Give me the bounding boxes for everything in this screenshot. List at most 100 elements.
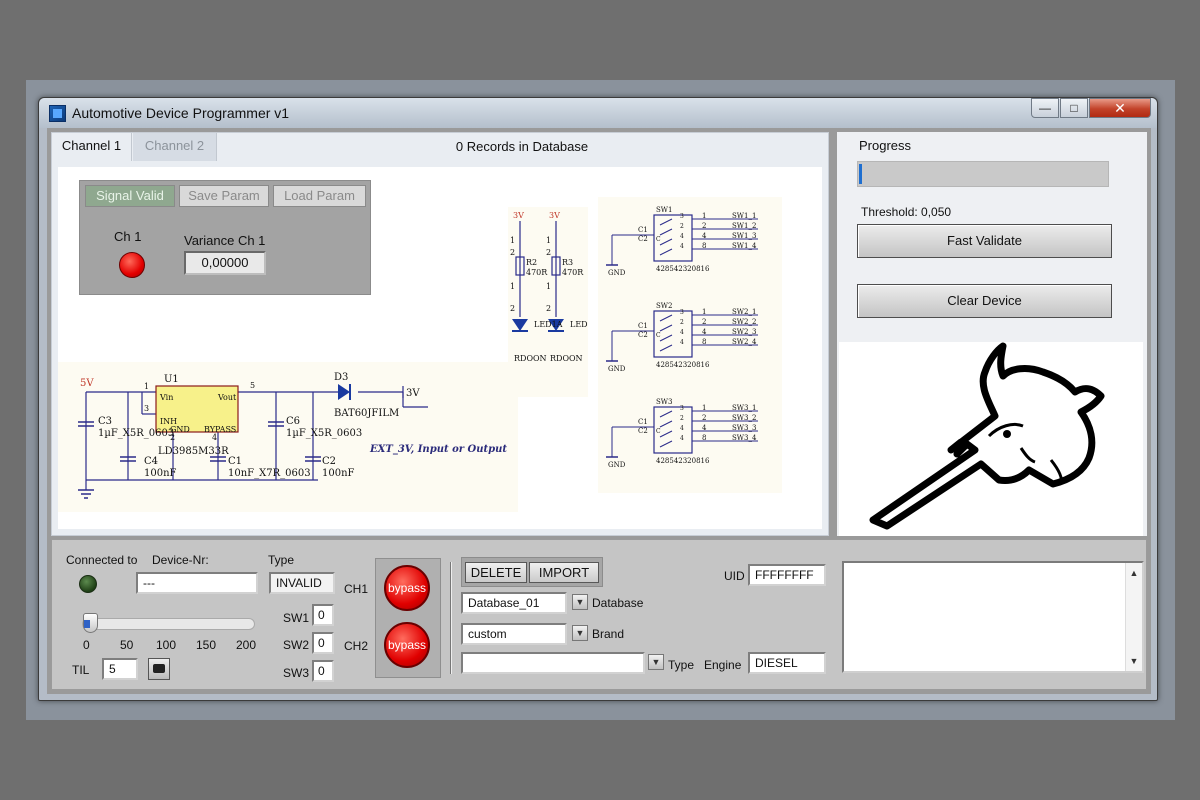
cap-c4-value: 100nF bbox=[144, 468, 177, 479]
switch-part: 428542320816 bbox=[656, 457, 710, 465]
switch-part: 428542320816 bbox=[656, 265, 710, 273]
switch-c1: C1 bbox=[638, 226, 648, 234]
switch-inner-pin: 4 bbox=[680, 329, 684, 336]
switch-net-label: SW3_1 bbox=[732, 404, 756, 412]
led-label-led1a: LED1A bbox=[534, 320, 563, 329]
database-dropdown-button[interactable]: ▼ bbox=[572, 594, 588, 610]
device-nr-label: Device-Nr: bbox=[152, 553, 209, 567]
switch-c: C bbox=[656, 428, 661, 435]
label-3v: 3V bbox=[406, 388, 420, 399]
sw3-field[interactable]: 0 bbox=[312, 660, 334, 682]
tab-channel-2[interactable]: Channel 2 bbox=[133, 133, 217, 161]
cap-c2: C2 bbox=[322, 456, 336, 467]
device-nr-field[interactable]: --- bbox=[136, 572, 258, 594]
switch-name: SW2 bbox=[656, 302, 672, 310]
bypass-frame: bypass bypass bbox=[375, 558, 441, 678]
pin-1: 1 bbox=[144, 382, 149, 391]
records-status: 0 Records in Database bbox=[455, 139, 589, 154]
ch2-bypass-label: CH2 bbox=[344, 639, 369, 653]
ch1-label: Ch 1 bbox=[114, 229, 142, 244]
label-vout: Vout bbox=[217, 393, 237, 402]
scroll-down-icon[interactable]: ▼ bbox=[1126, 653, 1142, 669]
load-param-button[interactable]: Load Param bbox=[273, 185, 366, 207]
switch-pin: 8 bbox=[702, 338, 706, 346]
uid-field[interactable]: FFFFFFFF bbox=[748, 564, 826, 586]
cap-c6-value: 1µF_X5R_0603 bbox=[286, 428, 362, 439]
cap-c2-value: 100nF bbox=[322, 468, 355, 479]
switch-net-label: SW2_1 bbox=[732, 308, 756, 316]
progress-label: Progress bbox=[859, 138, 912, 153]
led-pin-a2: 2 bbox=[510, 248, 515, 257]
scroll-up-icon[interactable]: ▲ bbox=[1126, 565, 1142, 581]
switch-inner-pin: 2 bbox=[680, 415, 684, 422]
switch-c: C bbox=[656, 332, 661, 339]
led-pin-a4: 2 bbox=[510, 304, 515, 313]
switch-pin: 2 bbox=[702, 318, 706, 326]
variance-label: Variance Ch 1 bbox=[184, 233, 266, 248]
close-button[interactable]: ✕ bbox=[1089, 98, 1151, 118]
switch-inner-pin: 3 bbox=[680, 309, 684, 316]
type-select[interactable] bbox=[461, 652, 645, 674]
sw1-field[interactable]: 0 bbox=[312, 604, 334, 626]
switch-pin: 4 bbox=[702, 424, 707, 432]
switch-pin: 2 bbox=[702, 414, 706, 422]
maximize-button[interactable]: □ bbox=[1060, 98, 1088, 118]
til-field[interactable]: 5 bbox=[102, 658, 138, 680]
til-slider-knob[interactable] bbox=[83, 613, 98, 633]
app-icon bbox=[49, 105, 66, 122]
bypass-ch1-button[interactable]: bypass bbox=[384, 565, 430, 611]
switch-part: 428542320816 bbox=[656, 361, 710, 369]
cap-c4: C4 bbox=[144, 456, 158, 467]
switch-pin: 2 bbox=[702, 222, 706, 230]
validation-panel: Progress Threshold: 0,050 Fast Validate … bbox=[837, 132, 1147, 536]
channel-tab-pane: Channel 1 Channel 2 0 Records in Databas… bbox=[51, 132, 829, 536]
label-u1: U1 bbox=[164, 374, 179, 385]
title-bar[interactable]: Automotive Device Programmer v1 — □ ✕ bbox=[39, 98, 1157, 128]
led-pin-b2: 2 bbox=[546, 248, 551, 257]
switch-gnd: GND bbox=[608, 461, 626, 469]
db-type-label: Type bbox=[668, 658, 695, 672]
clear-device-button[interactable]: Clear Device bbox=[857, 284, 1112, 318]
led-label-r3: R3 bbox=[562, 258, 573, 267]
minimize-button[interactable]: — bbox=[1031, 98, 1059, 118]
cap-c1: C1 bbox=[228, 456, 242, 467]
import-button[interactable]: IMPORT bbox=[529, 562, 599, 583]
ch1-bypass-label: CH1 bbox=[344, 582, 369, 596]
log-textarea[interactable]: ▲ ▼ bbox=[842, 561, 1144, 673]
brand-select[interactable]: custom bbox=[461, 623, 567, 645]
engine-label: Engine bbox=[704, 658, 742, 672]
brand-dropdown-button[interactable]: ▼ bbox=[572, 625, 588, 641]
switch-inner-pin: 3 bbox=[680, 213, 684, 220]
fast-validate-button[interactable]: Fast Validate bbox=[857, 224, 1112, 258]
led-label-3v-a: 3V bbox=[513, 211, 524, 220]
delete-button[interactable]: DELETE bbox=[465, 562, 527, 583]
log-scrollbar[interactable]: ▲ ▼ bbox=[1125, 563, 1142, 671]
database-select[interactable]: Database_01 bbox=[461, 592, 567, 614]
switch-net-label: SW2_4 bbox=[732, 338, 757, 346]
sw2-field[interactable]: 0 bbox=[312, 632, 334, 654]
switch-inner-pin: 4 bbox=[680, 243, 684, 250]
switch-c2: C2 bbox=[638, 331, 648, 339]
engine-field[interactable]: DIESEL bbox=[748, 652, 826, 674]
til-slider-track[interactable] bbox=[82, 618, 255, 630]
switch-net-label: SW1_1 bbox=[732, 212, 756, 220]
progress-fill bbox=[859, 164, 862, 184]
switch-schematic: 1 3 SW1_1 2 2 SW1_2 4 4 SW1_3 8 4 SW1_4 SW1 428542320… bbox=[598, 197, 782, 493]
label-d3: D3 bbox=[334, 372, 348, 383]
type-dropdown-button[interactable]: ▼ bbox=[648, 654, 664, 670]
cap-c3: C3 bbox=[98, 416, 112, 427]
switch-c: C bbox=[656, 236, 661, 243]
signal-valid-button[interactable]: Signal Valid bbox=[85, 185, 175, 207]
tab-channel-1[interactable]: Channel 1 bbox=[52, 133, 132, 161]
save-param-button[interactable]: Save Param bbox=[179, 185, 269, 207]
slider-tick-200: 200 bbox=[236, 638, 257, 652]
bypass-ch2-button[interactable]: bypass bbox=[384, 622, 430, 668]
tab-content: Signal Valid Save Param Load Param Ch 1 … bbox=[58, 167, 822, 529]
led-label-rdoon-a: RDOON bbox=[514, 354, 547, 363]
label-ld3985: LD3985M33R bbox=[158, 446, 229, 457]
switch-pin: 4 bbox=[702, 232, 707, 240]
til-apply-button[interactable] bbox=[148, 658, 170, 680]
switch-net-label: SW3_2 bbox=[732, 414, 756, 422]
label-5v: 5V bbox=[80, 378, 94, 389]
switch-c2: C2 bbox=[638, 427, 648, 435]
